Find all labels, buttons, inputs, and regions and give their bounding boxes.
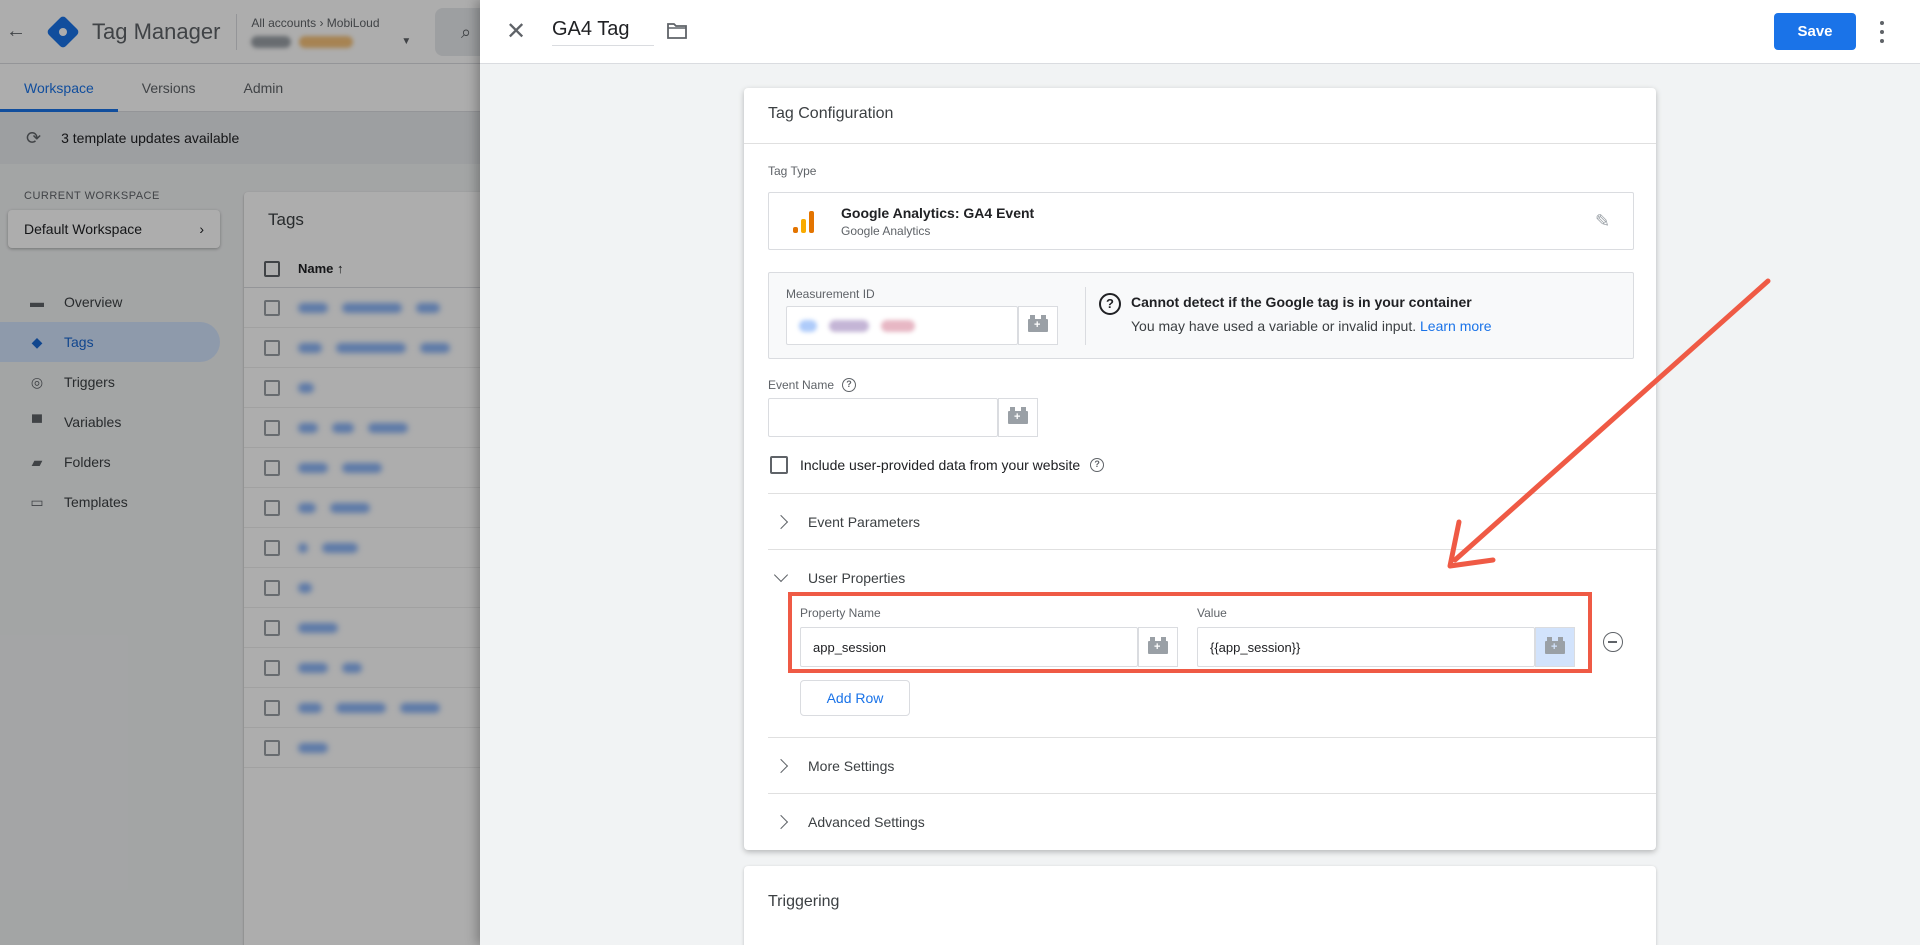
remove-row-icon[interactable] — [1603, 632, 1623, 652]
triggering-title: Triggering — [768, 893, 840, 910]
card-title: Tag Configuration — [744, 88, 1656, 144]
tag-type-subtitle: Google Analytics — [841, 224, 931, 238]
tag-editor-panel: ✕ GA4 Tag Save Tag Configuration Tag Typ… — [480, 0, 1920, 945]
edit-pencil-icon[interactable]: ✎ — [1595, 211, 1615, 231]
section-label: Advanced Settings — [808, 813, 925, 830]
warning-title: Cannot detect if the Google tag is in yo… — [1131, 294, 1472, 310]
tag-type-label: Tag Type — [768, 164, 817, 178]
tag-name-input[interactable]: GA4 Tag — [552, 18, 654, 46]
learn-more-link[interactable]: Learn more — [1420, 318, 1492, 334]
section-label: User Properties — [808, 569, 906, 586]
measurement-id-input[interactable] — [786, 306, 1018, 345]
triggering-card[interactable]: Triggering — [744, 866, 1656, 945]
measurement-id-label: Measurement ID — [786, 287, 875, 301]
modal-scrim[interactable] — [0, 0, 480, 945]
section-label: Event Parameters — [808, 513, 921, 530]
variable-picker-button[interactable]: + — [1018, 306, 1058, 345]
help-icon[interactable]: ? — [842, 378, 857, 392]
event-name-label: Event Name — [768, 378, 835, 392]
warning-text: You may have used a variable or invalid … — [1131, 318, 1492, 334]
warning-message: You may have used a variable or invalid … — [1131, 318, 1417, 334]
event-name-input[interactable] — [768, 398, 998, 437]
more-settings-section[interactable]: More Settings — [768, 737, 1656, 793]
value-label: Value — [1197, 606, 1227, 620]
include-user-data-label: Include user-provided data from your web… — [800, 457, 1081, 473]
event-parameters-section[interactable]: Event Parameters — [768, 493, 1656, 549]
variable-picker-button[interactable]: + — [1138, 627, 1178, 667]
measurement-id-section: Measurement ID + ? Cannot detect if the … — [768, 272, 1634, 359]
tag-configuration-card: Tag Configuration Tag Type Google Analyt… — [744, 88, 1656, 850]
panel-header: ✕ GA4 Tag Save — [480, 0, 1920, 64]
include-user-data-checkbox[interactable] — [770, 456, 788, 474]
add-row-button[interactable]: Add Row — [800, 680, 910, 716]
section-label: More Settings — [808, 757, 895, 774]
save-button[interactable]: Save — [1774, 13, 1856, 50]
chevron-down-icon — [773, 567, 789, 582]
variable-picker-button[interactable]: + — [998, 398, 1038, 437]
variable-picker-button-active[interactable]: + — [1535, 627, 1575, 667]
chevron-right-icon — [773, 514, 789, 529]
property-name-label: Property Name — [800, 606, 881, 620]
chevron-right-icon — [773, 758, 789, 773]
property-name-input[interactable]: app_session — [800, 627, 1138, 667]
value-input[interactable]: {{app_session}} — [1197, 627, 1535, 667]
include-user-data-row: Include user-provided data from your web… — [770, 456, 1105, 474]
advanced-settings-section[interactable]: Advanced Settings — [768, 793, 1656, 849]
tag-type-selector[interactable]: Google Analytics: GA4 Event Google Analy… — [768, 192, 1634, 250]
google-analytics-icon — [793, 211, 815, 233]
divider — [1085, 287, 1086, 345]
chevron-right-icon — [773, 814, 789, 829]
more-vert-icon[interactable] — [1876, 18, 1888, 46]
event-name-label-row: Event Name ? — [768, 378, 857, 392]
user-property-row-highlight: Property Name app_session + Value {{app_… — [788, 592, 1592, 673]
help-icon: ? — [1099, 293, 1121, 315]
help-icon[interactable]: ? — [1090, 458, 1105, 472]
folder-icon[interactable] — [666, 22, 688, 40]
measurement-id-blurred — [799, 320, 915, 332]
tag-type-name: Google Analytics: GA4 Event — [841, 205, 1035, 221]
close-icon[interactable]: ✕ — [502, 18, 530, 46]
